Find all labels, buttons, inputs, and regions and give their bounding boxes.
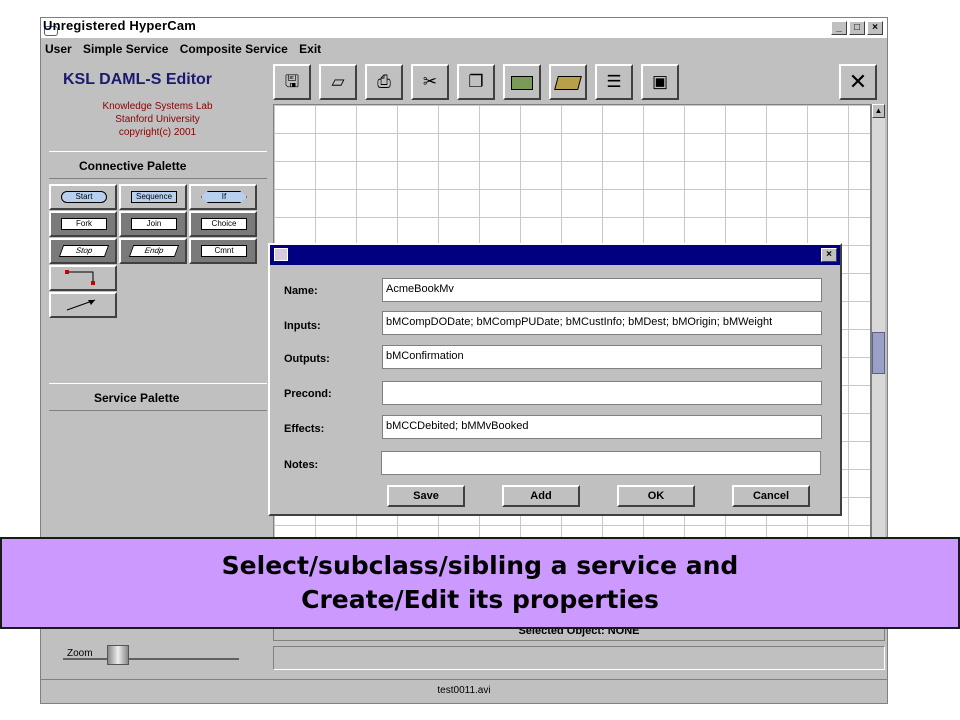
title-bar: Unregistered HyperCam _ □ × xyxy=(41,18,887,38)
scroll-thumb[interactable] xyxy=(872,332,885,374)
frame-icon: ▣ xyxy=(651,72,669,91)
stop-chip: Stop xyxy=(58,245,110,257)
printer-icon: ⎙ xyxy=(377,72,391,91)
scroll-up-icon[interactable]: ▲ xyxy=(872,104,885,118)
start-chip: Start xyxy=(61,191,107,203)
close-toolbar-button[interactable]: ✕ xyxy=(839,64,877,100)
arrow-connector-icon xyxy=(66,299,96,311)
if-chip: If xyxy=(201,191,247,203)
print-preview-toolbar-button[interactable]: ▱ xyxy=(319,64,357,100)
window-title: Unregistered HyperCam xyxy=(43,18,197,33)
connector-elbow-button[interactable] xyxy=(49,265,117,291)
if-button[interactable]: If xyxy=(189,184,257,210)
notes-label: Notes: xyxy=(284,459,319,471)
inputs-label: Inputs: xyxy=(284,320,321,332)
close-window-button[interactable]: × xyxy=(867,21,883,35)
logo-line-3: copyright(c) 2001 xyxy=(118,127,197,138)
notes-field[interactable] xyxy=(381,451,821,475)
print-preview-icon: ▱ xyxy=(331,72,345,91)
cut-icon: ✂ xyxy=(422,72,438,91)
menu-bar: User Simple Service Composite Service Ex… xyxy=(41,39,887,59)
toolbar: 🖫 ▱ ⎙ ✂ ❐ ☰ ▣ ✕ xyxy=(273,64,885,102)
frame-toolbar-button[interactable]: ▣ xyxy=(641,64,679,100)
add-button[interactable]: Add xyxy=(502,485,580,507)
print-toolbar-button[interactable]: ⎙ xyxy=(365,64,403,100)
effects-label: Effects: xyxy=(284,423,325,435)
save-icon: 🖫 xyxy=(284,72,300,91)
logo-line-2: Stanford University xyxy=(115,114,200,125)
inputs-field[interactable]: bMCompDODate; bMCompPUDate; bMCustInfo; … xyxy=(382,311,822,335)
zoom-slider-thumb[interactable] xyxy=(107,645,129,665)
start-button[interactable]: Start xyxy=(49,184,117,210)
maximize-button[interactable]: □ xyxy=(849,21,865,35)
ok-button[interactable]: OK xyxy=(617,485,695,507)
outputs-label: Outputs: xyxy=(284,353,330,365)
comment-chip: Cmnt xyxy=(201,245,247,257)
app-logo-title: KSL DAML-S Editor xyxy=(63,71,213,88)
footer-filename: test0011.avi xyxy=(41,679,887,703)
comment-button[interactable]: Cmnt xyxy=(189,238,257,264)
choice-button[interactable]: Choice xyxy=(189,211,257,237)
close-icon: ✕ xyxy=(848,69,868,94)
slide-caption: Select/subclass/sibling a service and Cr… xyxy=(0,537,960,629)
caption-line-1: Select/subclass/sibling a service and xyxy=(221,551,739,580)
service-properties-dialog: × Name: AcmeBookMv Inputs: bMCompDODate;… xyxy=(268,243,842,516)
name-label: Name: xyxy=(284,285,318,297)
open-toolbar-button[interactable] xyxy=(549,64,587,100)
rectangle-icon xyxy=(511,75,533,90)
message-bar xyxy=(273,646,885,670)
list-icon: ☰ xyxy=(606,72,622,91)
save-button[interactable]: Save xyxy=(387,485,465,507)
paste-icon: ❐ xyxy=(468,72,484,91)
join-button[interactable]: Join xyxy=(119,211,187,237)
service-palette-title: Service Palette xyxy=(49,383,267,411)
cut-toolbar-button[interactable]: ✂ xyxy=(411,64,449,100)
paste-toolbar-button[interactable]: ❐ xyxy=(457,64,495,100)
java-cup-icon xyxy=(274,248,288,261)
dialog-close-button[interactable]: × xyxy=(821,248,837,262)
fork-button[interactable]: Fork xyxy=(49,211,117,237)
list-toolbar-button[interactable]: ☰ xyxy=(595,64,633,100)
effects-field[interactable]: bMCCDebited; bMMvBooked xyxy=(382,415,822,439)
stop-button[interactable]: Stop xyxy=(49,238,117,264)
sequence-button[interactable]: Sequence xyxy=(119,184,187,210)
choice-chip: Choice xyxy=(201,218,247,230)
connector-arrow-button[interactable] xyxy=(49,292,117,318)
sequence-chip: Sequence xyxy=(131,191,177,203)
endp-button[interactable]: Endp xyxy=(119,238,187,264)
join-chip: Join xyxy=(131,218,177,230)
name-field[interactable]: AcmeBookMv xyxy=(382,278,822,302)
save-toolbar-button[interactable]: 🖫 xyxy=(273,64,311,100)
menu-simple-service[interactable]: Simple Service xyxy=(79,39,172,56)
connective-palette-title: Connective Palette xyxy=(49,151,267,179)
menu-composite-service[interactable]: Composite Service xyxy=(176,39,292,56)
outputs-field[interactable]: bMConfirmation xyxy=(382,345,822,369)
rectangle-toolbar-button[interactable] xyxy=(503,64,541,100)
elbow-connector-icon xyxy=(65,270,95,285)
precond-label: Precond: xyxy=(284,388,332,400)
caption-line-2: Create/Edit its properties xyxy=(301,585,659,614)
menu-user[interactable]: User xyxy=(41,39,76,56)
precond-field[interactable] xyxy=(382,381,822,405)
minimize-button[interactable]: _ xyxy=(831,21,847,35)
cancel-button[interactable]: Cancel xyxy=(732,485,810,507)
logo-line-1: Knowledge Systems Lab xyxy=(102,101,213,112)
menu-exit[interactable]: Exit xyxy=(295,39,325,56)
zoom-track[interactable] xyxy=(63,658,239,660)
open-folder-icon xyxy=(554,75,582,90)
dialog-title-bar: × xyxy=(270,245,840,265)
endp-chip: Endp xyxy=(128,245,180,257)
fork-chip: Fork xyxy=(61,218,107,230)
